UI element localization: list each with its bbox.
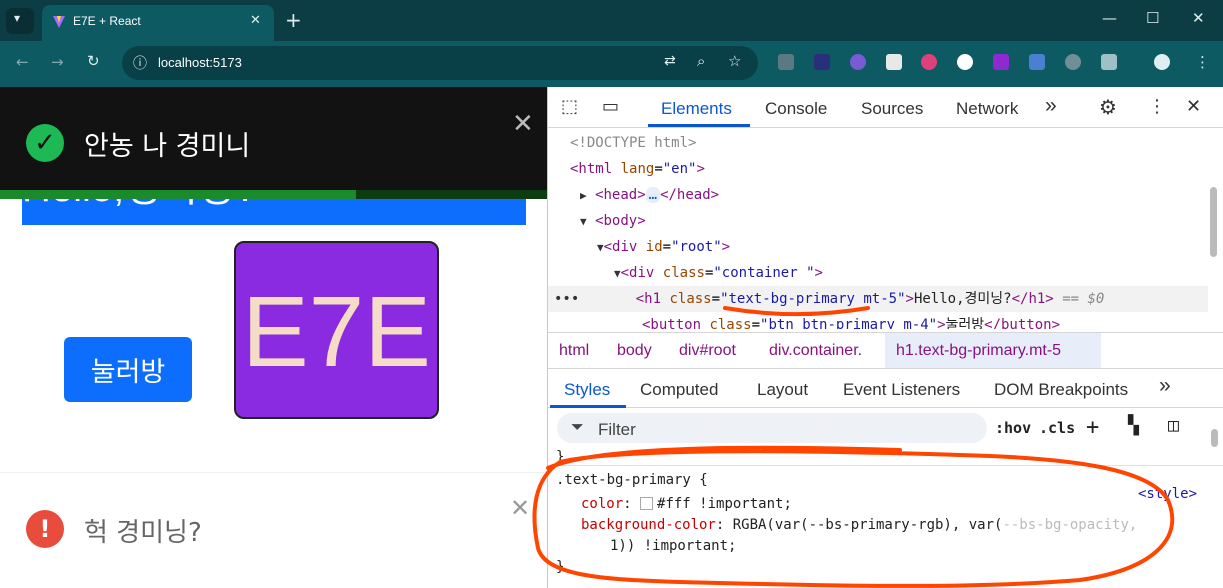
more-style-tabs-icon[interactable]: » — [1159, 374, 1171, 398]
tab-close-icon[interactable]: ✕ — [250, 13, 261, 28]
css-rule: .text-bg-primary { <style> color: #fff !… — [548, 465, 1223, 588]
style-source-link[interactable]: <style> — [1138, 486, 1197, 502]
dom-node-selected[interactable]: ••• <h1 class="text-bg-primary mt-5">Hel… — [548, 286, 1208, 312]
site-info-icon[interactable]: ⓘ — [133, 53, 147, 73]
devtools-close-icon[interactable]: ✕ — [1186, 96, 1201, 117]
css-selector[interactable]: .text-bg-primary { — [556, 472, 708, 488]
extension-square-icon[interactable] — [886, 54, 902, 70]
tab-computed[interactable]: Computed — [640, 380, 718, 400]
success-toast-progress-bar — [0, 190, 356, 199]
chevron-down-icon: ▾ — [14, 11, 21, 25]
extension-arrow-icon[interactable] — [957, 54, 973, 70]
breadcrumb-item[interactable]: body — [617, 342, 652, 360]
devtools-tab-bar: ⬚ ▭ Elements Console Sources Network » ⚙… — [548, 87, 1223, 128]
url-text: localhost:5173 — [158, 55, 242, 70]
success-toast-close-icon[interactable]: ✕ — [512, 109, 534, 139]
styles-tab-bar: Styles Computed Layout Event Listeners D… — [548, 368, 1223, 408]
translate-icon[interactable]: ⇄ — [664, 53, 676, 69]
reload-icon[interactable]: ↻ — [87, 52, 100, 70]
hov-toggle[interactable]: :hov — [995, 419, 1031, 437]
dom-node[interactable]: <!DOCTYPE html> — [570, 130, 1223, 156]
devtools-panel: ⬚ ▭ Elements Console Sources Network » ⚙… — [547, 87, 1223, 588]
toggle-sidebar-icon[interactable]: ◫ — [1168, 415, 1179, 436]
dom-node[interactable]: ▼ <body> — [580, 208, 1223, 234]
css-declaration-bg[interactable]: background-color: RGBA(var(--bs-primary-… — [581, 517, 1137, 533]
maximize-icon[interactable]: ☐ — [1146, 9, 1159, 27]
tab-active[interactable]: E7E + React ✕ — [42, 5, 274, 41]
forward-arrow-icon[interactable]: → — [51, 53, 64, 71]
extension-gear-icon[interactable] — [850, 54, 866, 70]
success-toast-progress-track — [0, 190, 547, 199]
tab-network[interactable]: Network — [956, 99, 1018, 119]
previous-rule-close: } — [556, 449, 565, 465]
extension-check-icon[interactable] — [814, 54, 830, 70]
dom-node[interactable]: <button class="btn btn-primary m-4">눌러방<… — [642, 312, 1223, 329]
browser-menu-icon[interactable]: ⋮ — [1195, 53, 1210, 71]
success-toast[interactable]: ✓ 안농 나 경미니 ✕ — [0, 87, 547, 199]
active-tab-indicator — [648, 124, 750, 127]
success-toast-message: 안농 나 경미니 — [84, 131, 251, 162]
dom-node[interactable]: ▼<div id="root"> — [597, 234, 1223, 260]
css-rule-close: } — [556, 559, 565, 575]
dom-tree: <!DOCTYPE html> <html lang="en"> ▶ <head… — [548, 129, 1223, 329]
filter-funnel-icon: ⏷ — [571, 417, 584, 436]
breadcrumb-item-selected[interactable]: h1.text-bg-primary.mt-5 — [896, 342, 1061, 360]
new-tab-button[interactable]: + — [285, 8, 302, 32]
extensions-puzzle-icon[interactable] — [1101, 54, 1117, 70]
breadcrumb-item[interactable]: div#root — [679, 342, 736, 360]
error-toast-message: 헉 경미닝? — [84, 518, 202, 548]
cls-toggle[interactable]: .cls — [1039, 419, 1075, 437]
minimize-icon[interactable]: — — [1102, 9, 1117, 27]
tab-sources[interactable]: Sources — [861, 99, 923, 119]
zoom-icon[interactable]: ⌕ — [697, 52, 705, 70]
bookmark-star-icon[interactable]: ☆ — [728, 52, 741, 70]
inspect-element-icon[interactable]: ⬚ — [561, 96, 578, 117]
check-circle-icon: ✓ — [26, 124, 64, 162]
close-icon[interactable]: ✕ — [1192, 9, 1205, 27]
tab-bar: ▾ E7E + React ✕ + — ☐ ✕ — [0, 0, 1223, 41]
device-toolbar-icon[interactable]: ▭ — [602, 96, 619, 117]
styles-scrollbar[interactable] — [1211, 429, 1218, 447]
primary-button[interactable]: 눌러방 — [64, 337, 192, 402]
extension-s-icon[interactable] — [993, 54, 1009, 70]
extension-tag-icon[interactable] — [1029, 54, 1045, 70]
dom-node[interactable]: ▶ <head>… </head> — [580, 182, 1223, 208]
tab-elements[interactable]: Elements — [661, 99, 732, 119]
paint-brush-icon[interactable]: ▚ — [1128, 415, 1139, 436]
dom-scrollbar[interactable] — [1210, 187, 1217, 257]
tab-event-listeners[interactable]: Event Listeners — [843, 380, 960, 400]
extension-c-icon[interactable] — [778, 54, 794, 70]
tab-dom-breakpoints[interactable]: DOM Breakpoints — [994, 380, 1128, 400]
address-bar[interactable]: ⓘ localhost:5173 ⇄ ⌕ ☆ — [122, 46, 758, 80]
tab-layout[interactable]: Layout — [757, 380, 808, 400]
styles-filter-row: ⏷ Filter :hov .cls + ▚ ◫ — [548, 409, 1223, 451]
tab-search-button[interactable]: ▾ — [6, 8, 34, 34]
css-declaration-color[interactable]: color: #fff !important; — [581, 496, 792, 512]
collapsed-ellipsis[interactable]: … — [645, 187, 661, 203]
back-arrow-icon[interactable]: ← — [16, 53, 29, 71]
settings-gear-icon[interactable]: ⚙ — [1099, 95, 1117, 119]
active-style-tab-indicator — [550, 405, 626, 408]
tab-styles[interactable]: Styles — [564, 380, 610, 400]
tab-console[interactable]: Console — [765, 99, 827, 119]
error-toast-close-icon[interactable]: ✕ — [510, 494, 530, 522]
extension-target-icon[interactable] — [1065, 54, 1081, 70]
styles-filter-input[interactable]: ⏷ Filter — [557, 413, 987, 443]
extension-pink-icon[interactable] — [921, 54, 937, 70]
color-swatch[interactable] — [640, 497, 654, 510]
breadcrumb: html body div#root div.container. h1.tex… — [548, 332, 1223, 368]
dom-node[interactable]: ▼<div class="container "> — [614, 260, 1223, 286]
exclamation-circle-icon: ! — [26, 510, 64, 548]
breadcrumb-item[interactable]: div.container. — [769, 342, 862, 360]
vite-favicon-icon — [52, 14, 66, 28]
css-declaration-bg-cont: 1)) !important; — [610, 538, 737, 554]
new-rule-plus-icon[interactable]: + — [1086, 415, 1099, 440]
profile-avatar-icon[interactable] — [1154, 54, 1170, 70]
more-tabs-icon[interactable]: » — [1045, 94, 1057, 118]
e7e-logo: E7E — [234, 241, 439, 419]
devtools-menu-icon[interactable]: ⋮ — [1148, 96, 1166, 117]
tab-title: E7E + React — [73, 14, 141, 28]
dom-node[interactable]: <html lang="en"> — [570, 156, 1223, 182]
breadcrumb-item[interactable]: html — [559, 342, 589, 360]
